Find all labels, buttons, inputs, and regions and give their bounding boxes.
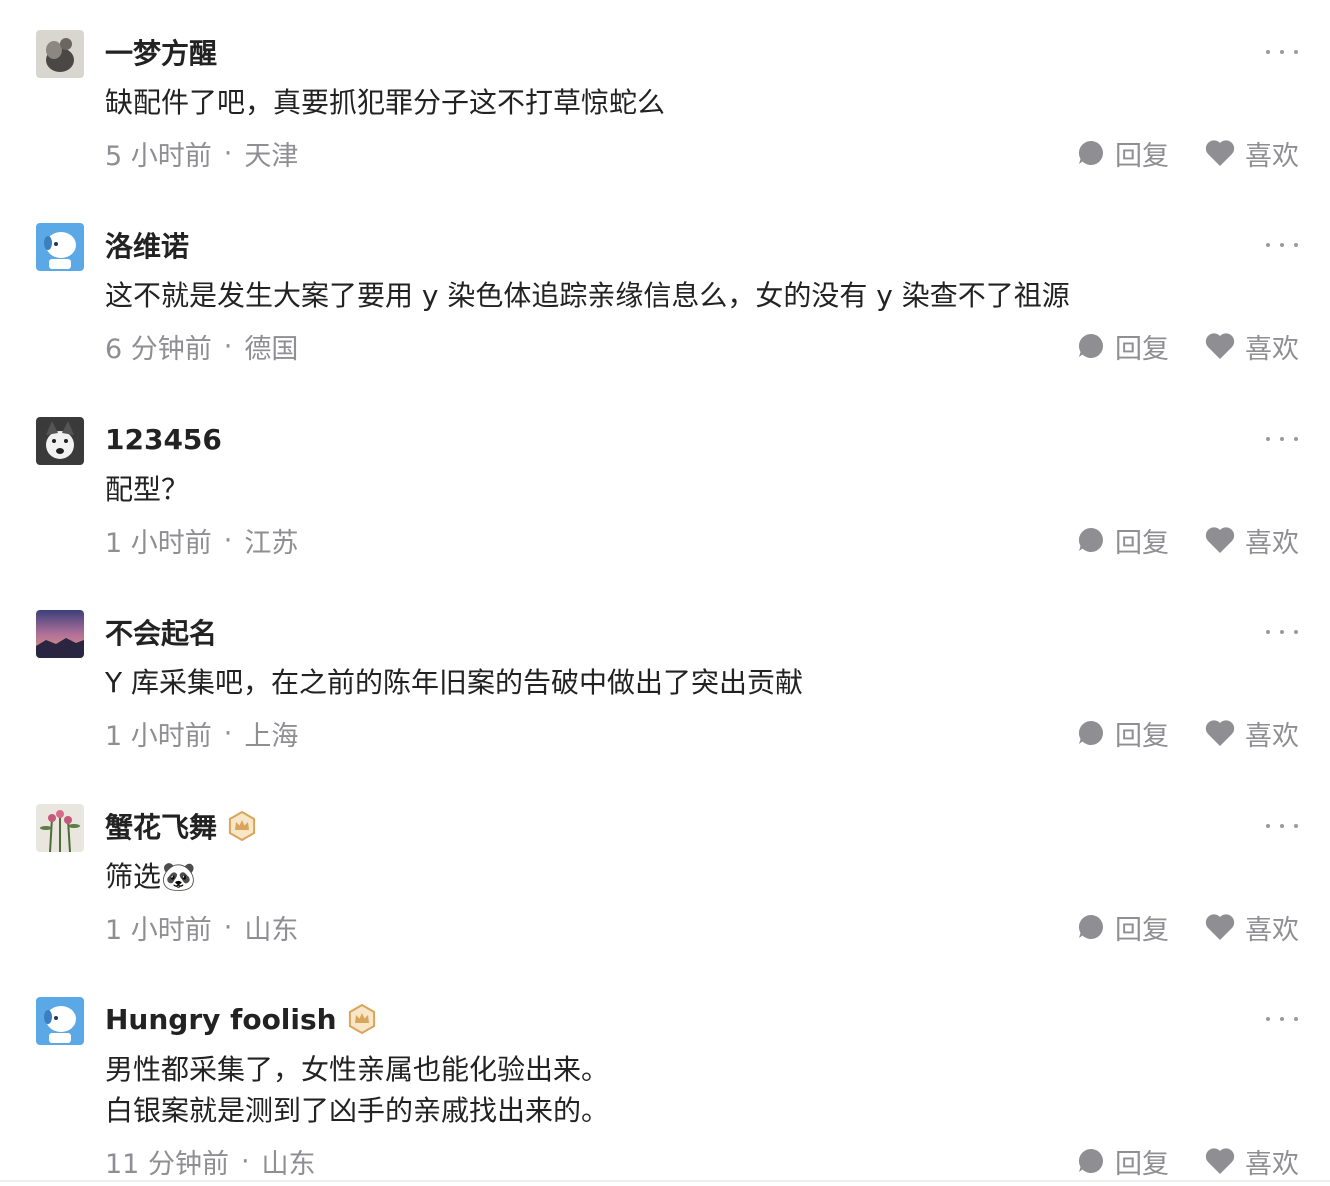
reply-button[interactable]: 回复 [1077,135,1169,172]
user-avatar[interactable] [36,610,84,658]
meta-separator: · [223,717,233,749]
like-button[interactable]: 喜欢 [1205,1143,1299,1180]
like-button[interactable]: 喜欢 [1205,522,1299,559]
avatar-sunset-icon [36,610,84,658]
more-options-icon[interactable] [1266,429,1298,449]
speech-bubble-icon [1078,527,1103,552]
comment-meta: 5 小时前 · 天津 [105,135,299,172]
username[interactable]: 洛维诺 [105,225,189,265]
username[interactable]: 不会起名 [105,612,217,652]
meta-separator: · [223,911,233,943]
username[interactable]: 蟹花飞舞 [105,806,217,846]
vip-crown-badge-icon [348,1004,375,1034]
meta-separator: · [223,137,233,169]
comment-location: 山东 [244,914,299,946]
comment-time: 11 分钟前 [105,1148,229,1180]
heart-icon [1205,720,1235,746]
speech-bubble-icon [1078,914,1103,939]
heart-icon [1205,527,1235,553]
like-label: 喜欢 [1245,1148,1299,1180]
heart-icon [1205,333,1235,359]
more-options-icon[interactable] [1266,816,1298,836]
heart-icon [1205,914,1235,940]
username[interactable]: 123456 [105,423,222,456]
reply-label: 回复 [1115,1148,1169,1180]
avatar-flowers-icon [36,804,84,852]
avatar-blue-dog-icon [36,997,84,1045]
comment-text: 筛选🐼 [105,860,196,893]
comment-meta: 1 小时前 · 上海 [105,715,299,752]
more-options-icon[interactable] [1266,622,1298,642]
reply-label: 回复 [1115,527,1169,559]
reply-label: 回复 [1115,333,1169,365]
reply-button[interactable]: 回复 [1077,1143,1169,1180]
comment-text: 缺配件了吧，真要抓犯罪分子这不打草惊蛇么 [105,86,666,119]
like-button[interactable]: 喜欢 [1205,328,1299,365]
more-options-icon[interactable] [1266,42,1298,62]
comment-text: 这不就是发生大案了要用 y 染色体追踪亲缘信息么，女的没有 y 染查不了祖源 [105,279,1070,312]
user-avatar[interactable] [36,30,84,78]
reply-label: 回复 [1115,140,1169,172]
comment-location: 德国 [244,333,299,365]
comment-meta: 1 小时前 · 江苏 [105,522,299,559]
username[interactable]: 一梦方醒 [105,32,217,72]
avatar-blue-dog-icon [36,223,84,271]
speech-bubble-icon [1078,720,1103,745]
user-avatar[interactable] [36,223,84,271]
like-label: 喜欢 [1245,720,1299,752]
comment-text: Y 库采集吧，在之前的陈年旧案的告破中做出了突出贡献 [105,666,804,699]
bottom-divider [0,1180,1330,1182]
comment-time: 6 分钟前 [105,333,212,365]
meta-separator: · [223,524,233,556]
comment-meta: 1 小时前 · 山东 [105,909,299,946]
user-avatar[interactable] [36,997,84,1045]
like-label: 喜欢 [1245,140,1299,172]
comment-meta: 6 分钟前 · 德国 [105,328,299,365]
like-button[interactable]: 喜欢 [1205,715,1299,752]
comment-time: 1 小时前 [105,720,212,752]
more-options-icon[interactable] [1266,1009,1298,1029]
comment-location: 江苏 [244,527,299,559]
like-button[interactable]: 喜欢 [1205,909,1299,946]
comment-time: 5 小时前 [105,140,212,172]
like-button[interactable]: 喜欢 [1205,135,1299,172]
like-label: 喜欢 [1245,333,1299,365]
comment-location: 天津 [244,140,299,172]
heart-icon [1205,1148,1235,1174]
more-options-icon[interactable] [1266,235,1298,255]
reply-label: 回复 [1115,720,1169,752]
speech-bubble-icon [1078,1148,1103,1173]
speech-bubble-icon [1078,333,1103,358]
reply-label: 回复 [1115,914,1169,946]
user-avatar[interactable] [36,417,84,465]
comment-text: 男性都采集了，女性亲属也能化验出来。 白银案就是测到了凶手的亲戚找出来的。 [105,1053,610,1127]
comment-location: 上海 [244,720,299,752]
meta-separator: · [240,1145,250,1177]
avatar-husky-icon [36,417,84,465]
comment-meta: 11 分钟前 · 山东 [105,1143,316,1180]
comment-text: 配型？ [105,473,190,506]
reply-button[interactable]: 回复 [1077,328,1169,365]
reply-button[interactable]: 回复 [1077,715,1169,752]
heart-icon [1205,140,1235,166]
avatar-grey-photo-icon [36,30,84,78]
speech-bubble-icon [1078,140,1103,165]
meta-separator: · [223,330,233,362]
user-avatar[interactable] [36,804,84,852]
comment-time: 1 小时前 [105,914,212,946]
vip-crown-badge-icon [228,811,256,841]
comment-location: 山东 [261,1148,316,1180]
like-label: 喜欢 [1245,914,1299,946]
like-label: 喜欢 [1245,527,1299,559]
reply-button[interactable]: 回复 [1077,909,1169,946]
comment-time: 1 小时前 [105,527,212,559]
username[interactable]: Hungry foolish [105,1003,337,1036]
reply-button[interactable]: 回复 [1077,522,1169,559]
